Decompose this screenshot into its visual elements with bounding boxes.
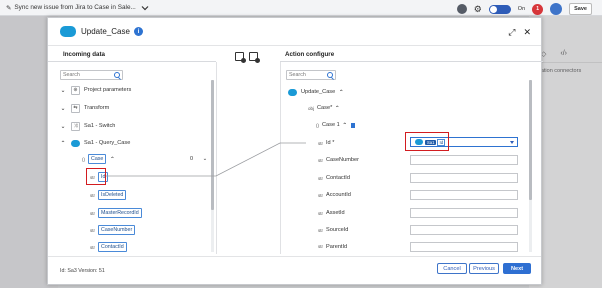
cancel-button[interactable]: Cancel xyxy=(437,263,467,274)
output-field-id: str Id * xyxy=(318,137,334,149)
accountid-mapping-input[interactable] xyxy=(410,190,518,200)
output-field-label: ParentId xyxy=(326,243,348,250)
chevron-up-icon[interactable]: ⌃ xyxy=(334,105,340,112)
gear-icon[interactable]: ⚙ xyxy=(474,4,482,15)
action-search-input[interactable]: Search xyxy=(286,70,336,80)
highlight-box-target xyxy=(405,132,449,151)
tree-item-label: Update_Case xyxy=(301,89,336,95)
string-type-tag: str xyxy=(318,244,323,249)
run-button[interactable] xyxy=(550,3,563,15)
tree-item-case-object[interactable]: obj Case* ⌃ xyxy=(308,102,340,114)
flow-title-area[interactable]: ✎ Sync new issue from Jira to Case in Sa… xyxy=(6,4,149,12)
tree-item-case-1[interactable]: () Case 1 ⌃ xyxy=(316,119,355,131)
string-type-tag: str xyxy=(318,175,323,181)
modal-footer: Id: Sa3 Version: 51 Cancel Previous Next xyxy=(48,256,541,286)
save-button[interactable]: Save xyxy=(569,3,592,15)
output-field-label: AssetId xyxy=(326,210,345,216)
output-field-parentid: str ParentId xyxy=(318,241,347,252)
output-field-label: ContactId xyxy=(326,175,350,181)
delete-icon[interactable] xyxy=(350,122,355,128)
output-field-contactid: str ContactId xyxy=(318,172,350,184)
contactid-mapping-input[interactable] xyxy=(410,173,518,183)
top-bar: ✎ Sync new issue from Jira to Case in Sa… xyxy=(0,0,602,16)
assetid-mapping-input[interactable] xyxy=(410,208,518,218)
flow-title: Sync new issue from Jira to Case in Sale… xyxy=(14,4,136,11)
search-icon[interactable] xyxy=(327,72,333,78)
flow-on-toggle[interactable] xyxy=(488,4,511,14)
parentid-mapping-input[interactable] xyxy=(410,242,518,252)
output-field-label: SourceId xyxy=(326,227,349,233)
output-field-accountid: str AccountId xyxy=(318,189,351,201)
next-button[interactable]: Next xyxy=(503,263,531,274)
output-field-label: AccountId xyxy=(326,192,351,198)
string-type-tag: str xyxy=(318,227,323,233)
chevron-down-icon[interactable] xyxy=(141,4,149,12)
salesforce-icon xyxy=(288,87,297,97)
output-field-label: CaseNumber xyxy=(326,157,359,163)
toggle-on-label: On xyxy=(517,6,526,12)
sourceid-mapping-input[interactable] xyxy=(410,225,518,235)
chevron-down-icon[interactable] xyxy=(510,141,514,144)
output-field-assetid: str AssetId xyxy=(318,207,345,219)
string-type-tag: str xyxy=(318,192,323,198)
alert-badge[interactable]: 1 xyxy=(532,3,544,15)
edit-pencil-icon: ✎ xyxy=(6,4,12,12)
array-type-tag: () xyxy=(316,122,319,128)
casenumber-mapping-input[interactable] xyxy=(410,155,518,165)
tree-item-update-case[interactable]: Update_Case ⌃ xyxy=(288,86,344,98)
chevron-up-icon[interactable]: ⌃ xyxy=(338,89,344,96)
chevron-up-icon[interactable]: ⌃ xyxy=(342,122,348,129)
mapping-modal: Update_Case i ⤢ ✕ Incoming data Action c… xyxy=(47,17,543,286)
status-circle-icon[interactable] xyxy=(456,4,467,14)
tree-item-label: Case* xyxy=(317,105,333,111)
step-info: Id: Sa3 Version: 51 xyxy=(60,268,105,274)
previous-button[interactable]: Previous xyxy=(469,263,499,274)
string-type-tag: str xyxy=(318,210,323,216)
output-field-casenumber: str CaseNumber xyxy=(318,154,359,166)
string-type-tag: str xyxy=(318,157,323,163)
object-type-tag: obj xyxy=(308,105,315,111)
action-scroll-thumb[interactable] xyxy=(529,80,532,200)
output-field-label: Id * xyxy=(326,140,335,146)
tree-item-label: Case 1 xyxy=(322,122,340,128)
search-placeholder: Search xyxy=(289,72,306,78)
string-type-tag: str xyxy=(318,140,323,146)
output-field-sourceid: str SourceId xyxy=(318,224,348,236)
